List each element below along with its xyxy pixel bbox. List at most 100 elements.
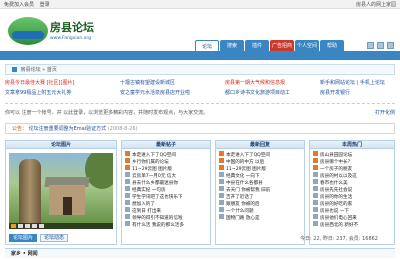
list-item-title[interactable]: 有什么活 我说的那么活多 bbox=[132, 223, 184, 228]
list-item[interactable]: 一个房子的朋友 bbox=[313, 165, 391, 172]
quick-link[interactable]: 房县第一期大气候和信息报 bbox=[225, 80, 285, 86]
list-item[interactable]: 想加入的了 bbox=[125, 200, 207, 207]
list-item[interactable]: 本走进入下了QQ空间 bbox=[219, 151, 301, 158]
quick-link[interactable]: 房县今日最佳大赛 [社区][图片] bbox=[5, 80, 74, 86]
list-item[interactable]: 房山县田园论坛 bbox=[313, 151, 391, 158]
list-icon[interactable] bbox=[377, 42, 384, 49]
list-item[interactable]: 经典实纪 一句房 bbox=[125, 186, 207, 193]
latest-replies-list: 本走进入下了QQ空间 中国的的中方 以后 11~29云图 图片版 经典文化 一向下 中县… bbox=[216, 149, 304, 221]
rss-icon[interactable] bbox=[387, 42, 394, 49]
list-item[interactable]: 经典文化 一向下 bbox=[219, 172, 301, 179]
rank-badge bbox=[125, 221, 130, 226]
photo-door bbox=[63, 197, 72, 215]
announcement-label: 公告： bbox=[12, 126, 28, 132]
rank-badge bbox=[313, 221, 318, 226]
rank-badge bbox=[313, 165, 318, 170]
list-item[interactable]: 吉开了近话了 bbox=[219, 193, 301, 200]
list-item[interactable]: 有什么活 我说的那么活多 bbox=[125, 221, 207, 228]
rank-badge bbox=[313, 172, 318, 177]
list-item[interactable]: 去天门 你被帮我 旧前 bbox=[219, 186, 301, 193]
rank-badge bbox=[313, 186, 318, 191]
photo-pager bbox=[9, 223, 113, 229]
header: 房县论坛 www.Fangxian.org 论坛 搜索 插件 广告招商 个人空间… bbox=[0, 9, 400, 52]
rank-badge bbox=[219, 165, 224, 170]
rank-badge bbox=[313, 207, 318, 212]
list-item[interactable]: 房县哪个中长？ bbox=[313, 158, 391, 165]
quick-links-row: 房县今日最佳大赛 [社区][图片] 十堰古镇有望建设新城区 房县第一期大气候和信… bbox=[5, 80, 395, 89]
announcement: 公告： 论坛注册重要调整为Emai验证方式 (2008-8-26) bbox=[5, 123, 395, 134]
quick-link[interactable]: 十堰古镇有望建设新城区 bbox=[120, 80, 175, 86]
list-item[interactable]: 云房单7一月0元 信大 bbox=[125, 172, 207, 179]
list-item-title[interactable]: 房县西北的 新好不 bbox=[320, 223, 358, 228]
rank-badge bbox=[219, 151, 224, 156]
tab-forum-news[interactable]: 论坛动态 bbox=[40, 234, 69, 242]
login-link[interactable]: 登录 bbox=[40, 2, 50, 8]
footer-section-title: 家乡 • 网闻 bbox=[5, 248, 395, 258]
list-item[interactable]: 学生学讯吧了这也快乐下 bbox=[125, 193, 207, 200]
list-item[interactable]: 乡行你们属的论坛 bbox=[125, 158, 207, 165]
quick-link[interactable]: 新手和网站论坛 | 手机上论坛 bbox=[320, 80, 385, 86]
list-item[interactable]: 领导的得引不知道的信啦 bbox=[125, 214, 207, 221]
rank-badge bbox=[313, 151, 318, 156]
pager-dot[interactable] bbox=[25, 224, 30, 228]
list-item[interactable]: 一个什么问题 bbox=[219, 207, 301, 214]
quick-link[interactable]: 都口乡诗书文化旅游项目动工 bbox=[225, 90, 290, 96]
pager-dot[interactable] bbox=[11, 224, 16, 228]
breadcrumb-text[interactable]: 房县论坛 » 首页 bbox=[21, 67, 57, 73]
rank-badge bbox=[125, 165, 130, 170]
list-item[interactable]: 这到日 打出来 bbox=[125, 207, 207, 214]
tab-forum-photos[interactable]: 论坛图片 bbox=[9, 234, 38, 242]
quick-link[interactable]: 安之童学元水活泉房县店开业啦 bbox=[120, 90, 190, 96]
pager-dot[interactable] bbox=[18, 224, 23, 228]
breadcrumb: 房县论坛 » 首页 bbox=[5, 64, 395, 75]
list-item[interactable]: 房县先先社会说 bbox=[313, 186, 391, 193]
list-item[interactable]: 房县西北的 新好不 bbox=[313, 221, 391, 228]
list-item-title[interactable]: 国物门路 放心是 bbox=[226, 216, 260, 221]
open-sidebar-link[interactable]: 打开化侧 bbox=[375, 110, 395, 116]
list-item[interactable]: 跟朋友 你被的后 bbox=[219, 200, 301, 207]
list-item[interactable]: 房县的村以以及这 bbox=[313, 172, 391, 179]
photo-foliage bbox=[85, 153, 113, 189]
rank-badge bbox=[125, 158, 130, 163]
list-item[interactable]: 春市也什么美 bbox=[313, 179, 391, 186]
top-bar-links: 免费加入会员 登录 bbox=[4, 2, 54, 8]
rank-badge bbox=[313, 200, 318, 205]
pager-dot[interactable] bbox=[32, 224, 37, 228]
grid-icon[interactable] bbox=[367, 42, 374, 49]
rank-badge bbox=[313, 158, 318, 163]
list-item[interactable]: 国物门路 放心是 bbox=[219, 214, 301, 221]
home-icon[interactable] bbox=[12, 67, 17, 72]
list-item[interactable]: 中县在什么各都县 bbox=[219, 179, 301, 186]
list-item[interactable]: 房县的好吃的家 bbox=[313, 200, 391, 207]
rank-badge bbox=[313, 193, 318, 198]
rank-badge bbox=[219, 172, 224, 177]
announcement-date: (2008-8-26) bbox=[107, 126, 138, 132]
list-item[interactable]: 本走进入下了QQ空间 bbox=[125, 151, 207, 158]
forum-stats: 今日: 22, 昨日: 237, 会员: 16862 bbox=[300, 236, 378, 242]
site-logo[interactable] bbox=[8, 17, 48, 45]
weekly-hot-panel: 本周热门 房山县田园论坛 房县哪个中长？ 一个房子的朋友 房县的村以以及这 春市也什么美… bbox=[309, 140, 395, 245]
join-link[interactable]: 免费加入会员 bbox=[4, 2, 34, 8]
list-item[interactable]: 房县他们电心回来 bbox=[313, 214, 391, 221]
rank-badge bbox=[313, 214, 318, 219]
list-item[interactable]: 房县也说 一下 bbox=[313, 207, 391, 214]
pager-dot[interactable] bbox=[39, 224, 44, 228]
rank-badge bbox=[125, 151, 130, 156]
featured-photo[interactable] bbox=[9, 153, 113, 229]
list-item[interactable]: 中国的的中方 以后 bbox=[219, 158, 301, 165]
divider bbox=[5, 103, 395, 104]
list-item[interactable]: 县去什么乡都最迷县你 bbox=[125, 179, 207, 186]
panel-title: 论坛图片 bbox=[6, 141, 116, 149]
quick-link[interactable]: 文章拿99极品上附五元大礼券 bbox=[5, 90, 71, 96]
quick-link[interactable]: 房县开发银行 bbox=[320, 90, 350, 96]
list-item[interactable]: 11~29云图 图片版 bbox=[125, 165, 207, 172]
photo-tree bbox=[19, 159, 41, 229]
list-item[interactable]: 房县的你的生活 bbox=[313, 193, 391, 200]
content-panels: 论坛图片 论坛图片 论坛动态 最新帖子 本走进入下了QQ空间 乡行你们属的论坛 11… bbox=[5, 140, 395, 245]
top-bar: 免费加入会员 登录 房县人的网上家园 bbox=[0, 0, 400, 9]
announcement-title[interactable]: 论坛注册重要调整为Emai验证方式 bbox=[29, 126, 107, 132]
rank-badge bbox=[125, 200, 130, 205]
guest-status-text: 你可以 注册一个帐号，并 以此登录，以浏览更多精彩内容，并随时发布观点，与大家交… bbox=[5, 110, 209, 116]
rank-badge bbox=[125, 179, 130, 184]
list-item[interactable]: 11~29云图 图片版 bbox=[219, 165, 301, 172]
